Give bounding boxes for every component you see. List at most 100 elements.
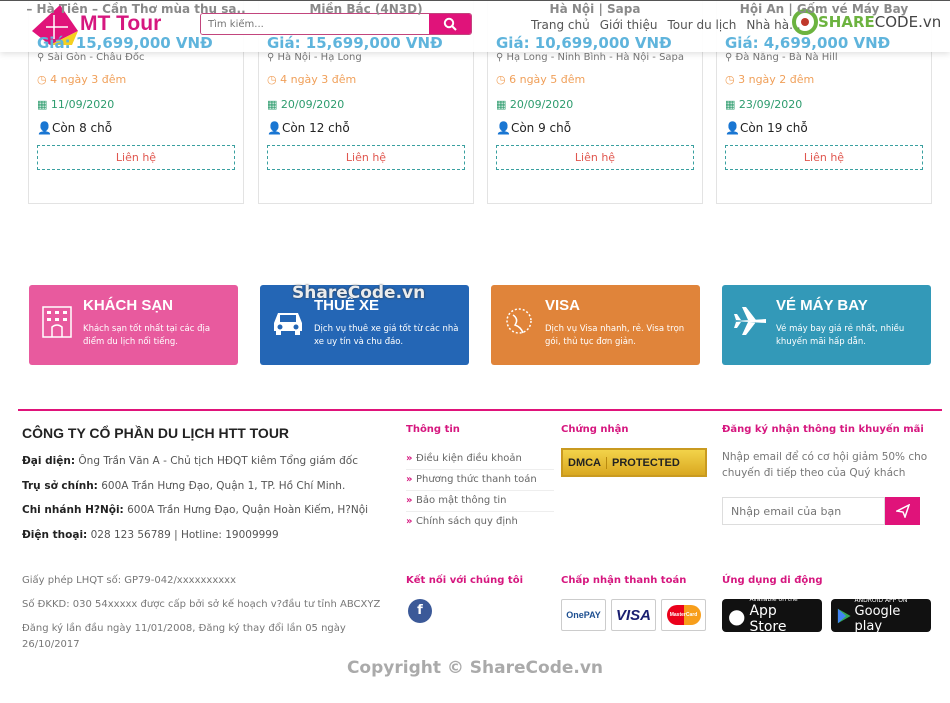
clock-icon: ◷ <box>725 73 739 86</box>
company-branch: Chi nhánh H?Nội: 600A Trần Hưng Đạo, Quậ… <box>22 504 369 516</box>
tour-duration: 4 ngày 3 đêm <box>280 73 357 86</box>
tour-duration: 4 ngày 3 đêm <box>50 73 127 86</box>
map-marker-icon: ⚲ <box>496 52 507 63</box>
service-desc: Khách sạn tốt nhất tại các địa điểm du l… <box>83 324 211 347</box>
tour-price: Giá: 15,699,000 VNĐ <box>37 34 213 52</box>
calendar-icon: ▦ <box>267 98 281 111</box>
map-marker-icon: ⚲ <box>267 52 278 63</box>
user-icon: 👤 <box>496 121 511 135</box>
app-store-button[interactable]: ● Available on the App Store <box>722 596 822 635</box>
map-marker-icon: ⚲ <box>37 52 48 63</box>
tour-location: Hà Nội - Hạ Long <box>277 52 362 63</box>
tour-seats: Còn 19 chỗ <box>739 121 808 135</box>
license: Giấy phép LHQT số: GP79-042/xxxxxxxxxx <box>22 575 236 586</box>
link-payment-methods[interactable]: » Phương thức thanh toán <box>406 470 554 491</box>
service-title: VISA <box>545 297 581 314</box>
service-flights[interactable]: VÉ MÁY BAY Vé máy bay giá rẻ nhất, nhiều… <box>722 285 931 365</box>
tour-date: 20/09/2020 <box>280 98 345 111</box>
clock-icon: ◷ <box>37 73 51 86</box>
clock-icon: ◷ <box>496 73 510 86</box>
google-play-icon <box>837 608 851 623</box>
company-name: CÔNG TY CỔ PHẦN DU LỊCH HTT TOUR <box>22 425 290 441</box>
link-terms[interactable]: » Điều kiện điều khoản <box>406 449 554 470</box>
contact-button[interactable]: Liên hệ <box>496 145 694 170</box>
tour-title[interactable]: – Hà Tiên – Cần Thơ mùa thu sa.. <box>19 2 253 17</box>
service-car-rental[interactable]: THUÊ XE Dịch vụ thuê xe giá tốt từ các n… <box>260 283 469 365</box>
service-visa[interactable]: VISA Dịch vụ Visa nhanh, rẻ. Visa trọn g… <box>491 285 700 365</box>
map-marker-icon: ⚲ <box>725 52 736 63</box>
tour-date: 23/09/2020 <box>738 98 803 111</box>
tour-date: 20/09/2020 <box>509 98 574 111</box>
google-play-button[interactable]: ANDROID APP ON Google play <box>831 597 931 634</box>
copyright-watermark: Copyright © ShareCode.vn <box>346 658 604 678</box>
subscribe-button[interactable] <box>885 497 920 525</box>
link-policy[interactable]: » Chính sách quy định <box>406 512 554 532</box>
tour-title[interactable]: Hội An | Gốm vé Máy Bay <box>707 2 941 17</box>
connect-heading: Kết nối với chúng tôi <box>406 575 523 586</box>
apple-icon: ● <box>728 603 746 628</box>
facebook-icon[interactable]: f <box>408 599 432 623</box>
info-links: » Điều kiện điều khoản » Phương thức tha… <box>406 449 554 532</box>
apps-heading: Ứng dụng di động <box>722 575 823 586</box>
tour-duration: 6 ngày 5 đêm <box>509 73 586 86</box>
contact-button[interactable]: Liên hệ <box>725 145 923 170</box>
tour-price: Giá: 4,699,000 VNĐ <box>725 34 891 52</box>
tour-title[interactable]: Miền Bắc (4N3D) <box>249 2 483 17</box>
tour-title[interactable]: Hà Nội | Sapa <box>478 2 712 17</box>
onepay-logo: OnePAY <box>561 599 606 631</box>
calendar-icon: ▦ <box>496 98 510 111</box>
hotel-icon <box>42 306 72 338</box>
tour-price: Giá: 15,699,000 VNĐ <box>267 34 443 52</box>
user-icon: 👤 <box>725 121 740 135</box>
sharecode-watermark: ShareCode.vn <box>292 283 426 303</box>
service-title: VÉ MÁY BAY <box>776 297 868 314</box>
business-reg: Số ĐKKD: 030 54xxxxx được cấp bởi sở kế … <box>22 599 381 610</box>
link-privacy[interactable]: » Bảo mật thông tin <box>406 491 554 512</box>
calendar-icon: ▦ <box>37 98 51 111</box>
main-nav: Trang chủ Giới thiệu Tour du lịch Nhà hà… <box>531 18 801 32</box>
tour-location: Đà Nẵng - Bà Nà Hill <box>735 52 838 63</box>
service-title: KHÁCH SẠN <box>83 297 173 314</box>
search-icon <box>443 17 457 31</box>
tour-seats: Còn 8 chỗ <box>51 121 113 135</box>
tour-location: Hạ Long - Ninh Bình - Hà Nội - Sapa <box>506 52 685 63</box>
payment-heading: Chấp nhận thanh toán <box>561 575 687 586</box>
user-icon: 👤 <box>267 121 282 135</box>
globe-icon <box>506 308 532 334</box>
service-desc: Dịch vụ Visa nhanh, rẻ. Visa trọn gói, t… <box>545 324 685 347</box>
tour-duration: 3 ngày 2 đêm <box>738 73 815 86</box>
newsletter-desc: Nhập email để có cơ hội giảm 50% cho chu… <box>722 451 928 479</box>
cert-heading: Chứng nhận <box>561 424 629 435</box>
contact-button[interactable]: Liên hệ <box>37 145 235 170</box>
newsletter-form <box>722 497 920 525</box>
service-hotel[interactable]: KHÁCH SẠN Khách sạn tốt nhất tại các địa… <box>29 285 238 365</box>
company-phone: Điện thoại: 028 123 56789 | Hotline: 190… <box>22 529 279 541</box>
dmca-badge[interactable]: DMCA PROTECTED <box>561 448 707 477</box>
nav-tours[interactable]: Tour du lịch <box>667 18 736 32</box>
search-button[interactable] <box>429 14 471 34</box>
visa-logo: VISA <box>611 599 656 631</box>
email-input[interactable] <box>722 497 885 525</box>
service-desc: Dịch vụ thuê xe giá tốt từ các nhà xe uy… <box>314 324 459 347</box>
newsletter-heading: Đăng ký nhận thông tin khuyến mãi <box>722 424 924 435</box>
tour-seats: Còn 9 chỗ <box>510 121 572 135</box>
tour-price: Giá: 10,699,000 VNĐ <box>496 34 672 52</box>
user-icon: 👤 <box>37 121 52 135</box>
nav-home[interactable]: Trang chủ <box>531 18 590 32</box>
clock-icon: ◷ <box>267 73 281 86</box>
company-hq: Trụ sở chính: 600A Trần Hưng Đạo, Quận 1… <box>22 480 346 492</box>
info-heading: Thông tin <box>406 424 460 435</box>
service-desc: Vé máy bay giá rẻ nhất, nhiều khuyến mãi… <box>776 324 905 347</box>
contact-button[interactable]: Liên hệ <box>267 145 465 170</box>
tour-seats: Còn 12 chỗ <box>281 121 350 135</box>
mastercard-logo: MasterCard <box>661 599 706 631</box>
plane-icon <box>734 307 766 335</box>
registered-date: 26/10/2017 <box>22 639 80 650</box>
footer-divider <box>18 409 942 411</box>
send-icon <box>895 504 910 518</box>
nav-about[interactable]: Giới thiệu <box>600 18 658 32</box>
calendar-icon: ▦ <box>725 98 739 111</box>
tour-location: Sài Gòn - Châu Đốc <box>47 52 145 63</box>
car-icon <box>274 313 302 335</box>
search-input[interactable] <box>201 14 429 34</box>
